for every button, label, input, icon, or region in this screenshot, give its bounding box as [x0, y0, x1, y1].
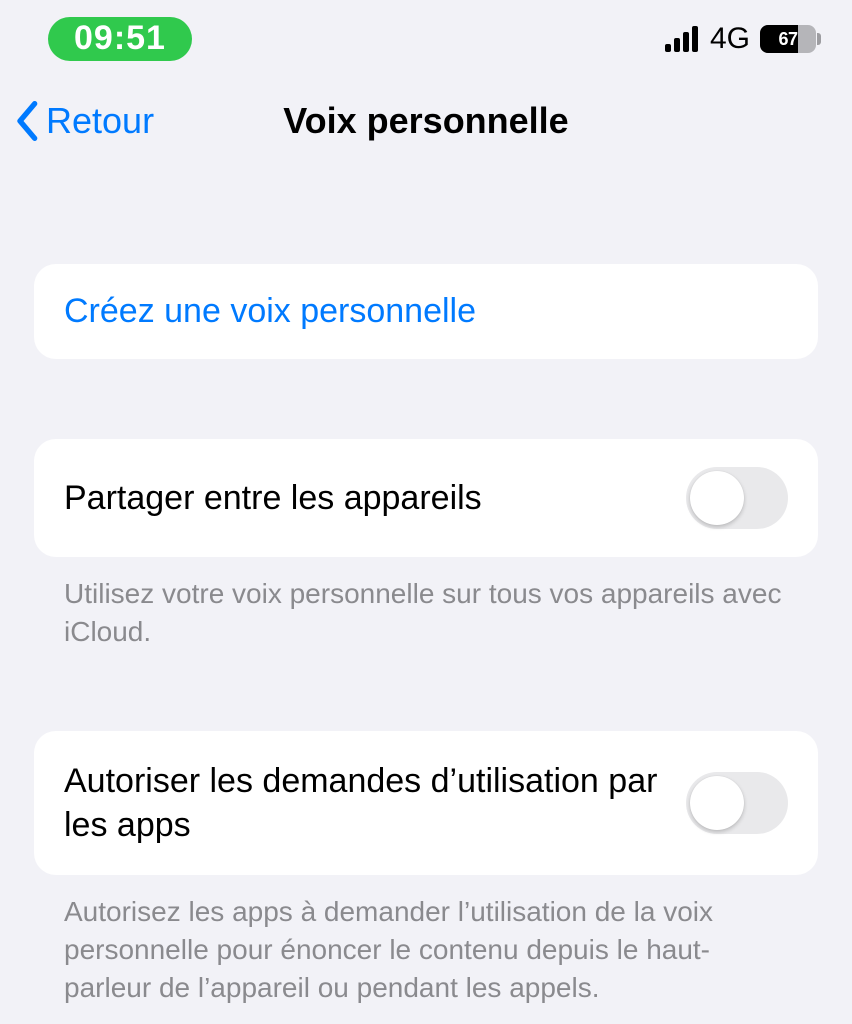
network-type-label: 4G: [710, 22, 750, 56]
share-footer-text: Utilisez votre voix personnelle sur tous…: [34, 557, 818, 651]
allow-app-requests-toggle[interactable]: [686, 772, 788, 834]
allow-app-requests-cell: Autoriser les demandes d’utilisation par…: [34, 731, 818, 875]
chevron-left-icon: [14, 101, 42, 141]
page-title: Voix personnelle: [283, 100, 568, 142]
status-right-group: 4G 67: [665, 22, 816, 56]
spacer: [34, 651, 818, 731]
cellular-signal-icon: [665, 26, 698, 52]
create-personal-voice-link: Créez une voix personnelle: [64, 292, 476, 331]
share-across-devices-toggle[interactable]: [686, 467, 788, 529]
create-personal-voice-cell[interactable]: Créez une voix personnelle: [34, 264, 818, 359]
share-across-devices-cell: Partager entre les appareils: [34, 439, 818, 557]
share-across-devices-label: Partager entre les appareils: [64, 476, 686, 520]
nav-bar: Retour Voix personnelle: [0, 78, 852, 164]
allow-apps-footer-text: Autorisez les apps à demander l’utilisat…: [34, 875, 818, 1006]
status-time: 09:51: [74, 21, 166, 55]
battery-icon: 67: [760, 25, 816, 53]
status-bar: 09:51 4G 67: [0, 0, 852, 78]
spacer: [34, 359, 818, 439]
status-time-pill[interactable]: 09:51: [48, 17, 192, 61]
allow-app-requests-label: Autoriser les demandes d’utilisation par…: [64, 759, 686, 847]
battery-percent: 67: [760, 29, 816, 50]
toggle-knob: [690, 776, 744, 830]
content-area: Créez une voix personnelle Partager entr…: [0, 164, 852, 1006]
back-button[interactable]: Retour: [0, 100, 154, 142]
toggle-knob: [690, 471, 744, 525]
spacer: [34, 164, 818, 264]
back-label: Retour: [46, 100, 154, 142]
